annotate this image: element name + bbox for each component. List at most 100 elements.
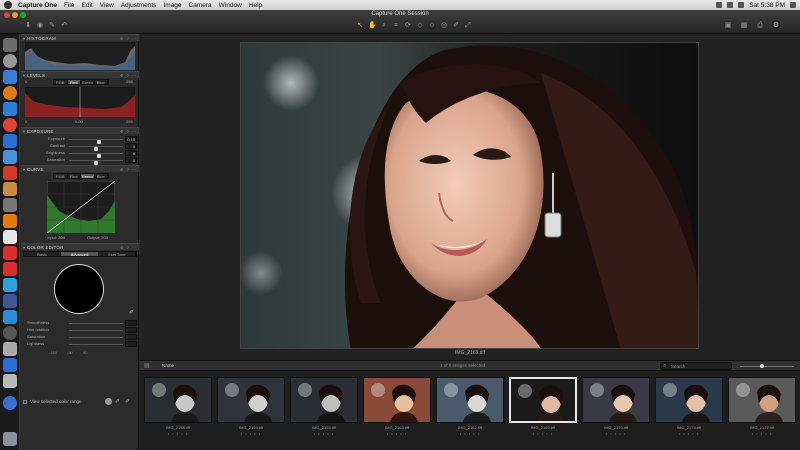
app-dock-icon[interactable] (3, 70, 17, 84)
color-picker-plus-icon[interactable]: ✐ (115, 398, 120, 405)
thumbnail[interactable]: IMG_2163.tiff • • • • • (362, 376, 432, 438)
menu-file[interactable]: File (64, 2, 74, 9)
search-field[interactable]: ⌕ Search (660, 362, 732, 370)
grid-icon[interactable]: ▦ (740, 22, 748, 30)
copy-adjust-icon[interactable]: ⤢ (464, 22, 472, 30)
levels-mid-value[interactable]: 0.00 (75, 119, 83, 124)
menu-app[interactable]: Capture One (18, 2, 57, 9)
hue-rotation-row[interactable]: Hue rotation (25, 327, 137, 333)
exposure-header[interactable]: ▼ EXPOSURE ⚙ ? ⋯ (21, 127, 139, 134)
menu-adjustments[interactable]: Adjustments (121, 2, 157, 9)
smoothness-track[interactable] (69, 322, 123, 324)
vlc-dock-icon[interactable] (3, 214, 17, 228)
saturation-slider-row[interactable]: Saturation 0 (25, 157, 137, 165)
rating-stars-icon[interactable]: • • • • • (581, 431, 651, 436)
thumbnail-image[interactable] (582, 377, 650, 423)
curve-channel-green[interactable]: Green (81, 174, 95, 179)
adobe-dock-icon[interactable] (3, 246, 17, 260)
mode-basic[interactable]: Basic (24, 252, 62, 257)
thumbnail-image[interactable] (728, 377, 796, 423)
mode-skin-tone[interactable]: Skin Tone (99, 252, 136, 257)
utility-dock-icon[interactable] (3, 358, 17, 372)
thumbnail-image[interactable] (217, 377, 285, 423)
mail-dock-icon[interactable] (3, 102, 17, 116)
finder-dock-icon[interactable] (3, 38, 17, 52)
levels-channel-selector[interactable]: RGB Red Green Blue (53, 79, 109, 85)
curve-graph[interactable] (47, 181, 115, 233)
keystone-icon[interactable]: ◇ (416, 22, 424, 30)
contrast-slider-row[interactable]: Contrast 0 (25, 143, 137, 151)
messages-dock-icon[interactable] (3, 150, 17, 164)
crop-icon[interactable]: ⌗ (392, 22, 400, 30)
thumbnail[interactable]: IMG_2174.tiff • • • • • (654, 376, 724, 438)
calendar-dock-icon[interactable] (3, 166, 17, 180)
ce-saturation-track[interactable] (69, 336, 123, 338)
skype-dock-icon[interactable] (3, 278, 17, 292)
color-range-icon[interactable] (105, 398, 112, 405)
sort-dropdown[interactable]: Name (162, 363, 174, 368)
menu-window[interactable]: Window (219, 2, 242, 9)
levels-graph[interactable] (25, 87, 135, 117)
pencil-icon[interactable]: ✎ (48, 22, 56, 30)
rating-stars-icon[interactable]: • • • • • (143, 431, 213, 436)
rotate-icon[interactable]: ⟳ (404, 22, 412, 30)
proof-icon[interactable]: ▣ (724, 22, 732, 30)
curve-actions-icon[interactable]: ⚙ ? ⋯ (120, 166, 137, 173)
rating-stars-icon[interactable]: • • • • • (362, 431, 432, 436)
thumbnail-image[interactable] (144, 377, 212, 423)
photos-dock-icon[interactable] (3, 198, 17, 212)
downloads-dock-icon[interactable] (3, 396, 17, 410)
thumbnail-image[interactable] (363, 377, 431, 423)
undo-icon[interactable]: ↶ (60, 22, 68, 30)
histogram-header[interactable]: ▼ HISTOGRAM ⚙ ? ⋯ (21, 34, 139, 41)
curve-channel-selector[interactable]: RGB Red Green Blue (53, 173, 109, 179)
color-editor-header[interactable]: ▼ COLOR EDITOR ⚙ ? ⋯ (21, 243, 139, 250)
apple-menu-icon[interactable] (4, 1, 12, 9)
hue-rotation-track[interactable] (69, 329, 123, 331)
rating-stars-icon[interactable]: • • • • • (727, 431, 797, 436)
contrast-value[interactable]: 0 (125, 143, 137, 149)
battery-icon[interactable] (738, 2, 745, 8)
pointer-icon[interactable]: ↖ (356, 22, 364, 30)
exposure-actions-icon[interactable]: ⚙ ? ⋯ (120, 128, 137, 135)
settings-dock-icon[interactable] (3, 342, 17, 356)
spot-icon[interactable]: ◎ (440, 22, 448, 30)
mode-advanced[interactable]: Advanced (61, 252, 99, 257)
levels-channel-red[interactable]: Red (67, 80, 81, 85)
ce-saturation-row[interactable]: Saturation (25, 334, 137, 340)
contrast-track[interactable] (69, 145, 123, 151)
browser-view-icon[interactable]: ▤ (144, 362, 150, 369)
rating-stars-icon[interactable]: • • • • • (654, 431, 724, 436)
pan-icon[interactable]: ✋ (368, 22, 377, 30)
thumbnail[interactable]: IMG_2155.tiff • • • • • (289, 376, 359, 438)
thumbnail-image[interactable] (655, 377, 723, 423)
view-range-checkbox[interactable] (23, 400, 27, 404)
color-editor-mode-selector[interactable]: Basic Advanced Skin Tone (23, 251, 137, 257)
facebook-dock-icon[interactable] (3, 294, 17, 308)
thumbnail[interactable]: IMG_2159.tiff • • • • • (216, 376, 286, 438)
exposure-slider-row[interactable]: Exposure 0.15 (25, 136, 137, 144)
process-icon[interactable]: ⚙ (772, 22, 780, 30)
exposure-value[interactable]: 0.15 (125, 136, 137, 142)
hue-rotation-value[interactable] (125, 327, 137, 333)
zoom-tool-icon[interactable]: ⌕ (380, 22, 388, 30)
menu-camera[interactable]: Camera (189, 2, 212, 9)
thumbnail[interactable]: IMG_2169.tiff • • • • • (508, 376, 578, 438)
lightness-value[interactable] (125, 341, 137, 347)
mask-icon[interactable]: ○ (428, 22, 436, 30)
preview-dock-icon[interactable] (3, 230, 17, 244)
safari-dock-icon[interactable] (3, 54, 17, 68)
brightness-track[interactable] (69, 152, 123, 158)
levels-header[interactable]: ▼ LEVELS ⚙ ? ⋯ (21, 71, 139, 78)
menu-help[interactable]: Help (249, 2, 262, 9)
rating-stars-icon[interactable]: • • • • • (435, 431, 505, 436)
curve-channel-red[interactable]: Red (68, 174, 81, 179)
print-icon[interactable]: ⎙ (756, 22, 764, 30)
color-picker-minus-icon[interactable]: ✐ (125, 398, 130, 405)
saturation-value[interactable]: 0 (125, 157, 137, 163)
import-icon[interactable]: ⬇ (24, 22, 32, 30)
levels-low-value[interactable]: 0 (25, 119, 27, 124)
thumbnail[interactable]: IMG_2177.tiff • • • • • (727, 376, 797, 438)
thumbnail-size-knob[interactable] (760, 364, 764, 368)
trash-dock-icon[interactable] (3, 432, 17, 446)
